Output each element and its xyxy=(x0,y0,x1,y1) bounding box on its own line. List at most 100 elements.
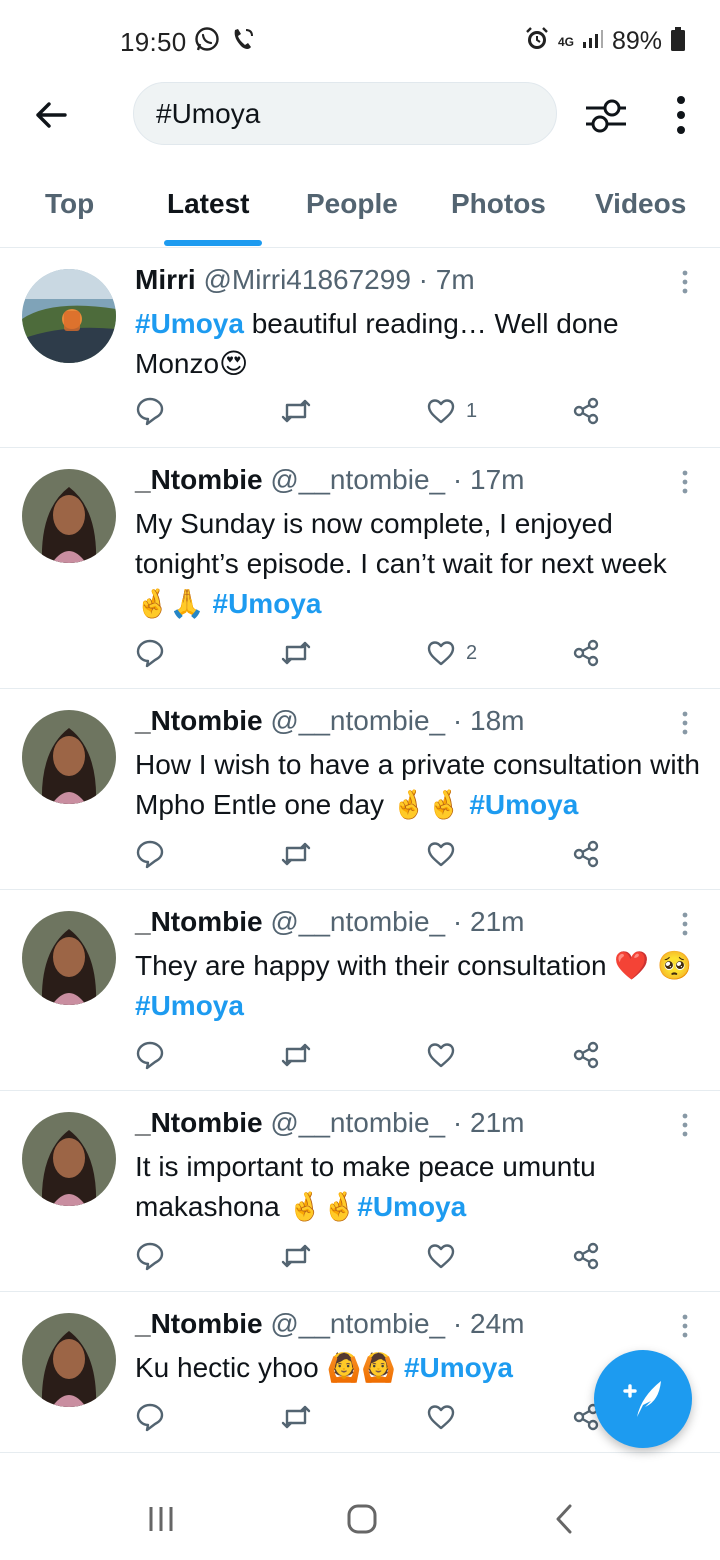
tweet-time: 7m xyxy=(435,264,475,295)
recent-apps-button[interactable] xyxy=(131,1499,191,1539)
tweet-separator: · xyxy=(445,906,471,937)
tweet[interactable]: Mirri @Mirri41867299 · 7m #Umoya beautifu… xyxy=(0,248,720,448)
tweet-author-handle[interactable]: @__ntombie_ xyxy=(270,464,445,495)
tweet-author-name[interactable]: _Ntombie xyxy=(135,705,263,736)
avatar[interactable] xyxy=(22,469,116,563)
tweet[interactable]: _Ntombie @__ntombie_ · 21m It is importan… xyxy=(0,1091,720,1292)
share-button[interactable] xyxy=(571,834,601,874)
reply-button[interactable] xyxy=(135,1236,165,1276)
like-button[interactable] xyxy=(426,834,466,874)
tweet-time: 21m xyxy=(470,1107,525,1138)
reply-button[interactable] xyxy=(135,1035,165,1075)
battery-icon xyxy=(670,26,686,57)
avatar[interactable] xyxy=(22,911,116,1005)
tweet-more-button[interactable] xyxy=(676,268,694,298)
like-icon xyxy=(427,1043,455,1068)
like-button[interactable]: 1 xyxy=(426,391,477,431)
like-button[interactable] xyxy=(426,1035,466,1075)
tweet-text-before: They are happy with their consultation ❤… xyxy=(135,950,692,981)
share-icon xyxy=(573,840,599,868)
tweet-hashtag[interactable]: #Umoya xyxy=(213,588,322,619)
like-button[interactable]: 2 xyxy=(426,633,477,673)
like-button[interactable] xyxy=(426,1397,466,1437)
search-input[interactable]: #Umoya xyxy=(133,82,557,145)
retweet-button[interactable] xyxy=(279,633,313,673)
avatar[interactable] xyxy=(22,269,116,363)
tweet-author-name[interactable]: _Ntombie xyxy=(135,464,263,495)
tweet-hashtag[interactable]: #Umoya xyxy=(469,789,578,820)
tweet-author-handle[interactable]: @__ntombie_ xyxy=(270,1308,445,1339)
tweet-hashtag[interactable]: #Umoya xyxy=(357,1191,466,1222)
tweet-author-name[interactable]: _Ntombie xyxy=(135,1308,263,1339)
tweet-more-button[interactable] xyxy=(676,1111,694,1141)
share-button[interactable] xyxy=(571,1035,601,1075)
tweet-author-name[interactable]: _Ntombie xyxy=(135,906,263,937)
retweet-button[interactable] xyxy=(279,391,313,431)
wifi-call-icon xyxy=(230,26,256,57)
home-button[interactable] xyxy=(332,1499,392,1539)
reply-button[interactable] xyxy=(135,633,165,673)
share-button[interactable] xyxy=(571,1236,601,1276)
whatsapp-icon xyxy=(194,26,220,57)
tweet-more-button[interactable] xyxy=(676,468,694,498)
tweet-author-handle[interactable]: @__ntombie_ xyxy=(270,906,445,937)
tab-top[interactable]: Top xyxy=(45,188,94,220)
tweet-more-button[interactable] xyxy=(676,709,694,739)
tweet-time: 18m xyxy=(470,705,525,736)
reply-icon xyxy=(136,840,164,869)
back-icon xyxy=(556,1504,572,1534)
tweet-header: _Ntombie @__ntombie_ · 24m xyxy=(135,1308,524,1340)
tab-videos[interactable]: Videos xyxy=(595,188,686,220)
retweet-button[interactable] xyxy=(279,834,313,874)
like-button[interactable] xyxy=(426,1236,466,1276)
filter-button[interactable] xyxy=(582,94,630,138)
share-icon xyxy=(573,1242,599,1270)
tweet-author-handle[interactable]: @__ntombie_ xyxy=(270,705,445,736)
tweet-author-handle[interactable]: @Mirri41867299 xyxy=(203,264,410,295)
tweet[interactable]: _Ntombie @__ntombie_ · 17m My Sunday is n… xyxy=(0,448,720,689)
more-vertical-icon xyxy=(682,270,688,294)
retweet-button[interactable] xyxy=(279,1397,313,1437)
like-icon xyxy=(427,641,455,666)
nav-back-button[interactable] xyxy=(534,1499,594,1539)
reply-button[interactable] xyxy=(135,834,165,874)
retweet-button[interactable] xyxy=(279,1236,313,1276)
reply-icon xyxy=(136,1041,164,1070)
recent-apps-icon xyxy=(149,1507,173,1531)
share-button[interactable] xyxy=(571,391,601,431)
more-vertical-icon xyxy=(682,912,688,936)
tweet[interactable]: _Ntombie @__ntombie_ · 21m They are happy… xyxy=(0,890,720,1091)
more-vertical-icon xyxy=(682,1314,688,1338)
tab-latest[interactable]: Latest xyxy=(167,188,249,220)
retweet-icon xyxy=(281,842,311,866)
retweet-icon xyxy=(281,641,311,665)
back-button[interactable] xyxy=(26,90,76,140)
avatar[interactable] xyxy=(22,1313,116,1407)
avatar[interactable] xyxy=(22,1112,116,1206)
reply-button[interactable] xyxy=(135,1397,165,1437)
tab-photos[interactable]: Photos xyxy=(451,188,546,220)
more-options-button[interactable] xyxy=(664,94,698,138)
share-button[interactable] xyxy=(571,633,601,673)
system-nav-bar xyxy=(0,1475,720,1560)
status-right-icons: 4G 89% xyxy=(524,26,686,57)
retweet-button[interactable] xyxy=(279,1035,313,1075)
tweet-hashtag[interactable]: #Umoya xyxy=(404,1352,513,1383)
tweet-header: _Ntombie @__ntombie_ · 18m xyxy=(135,705,524,737)
tab-people[interactable]: People xyxy=(306,188,398,220)
reply-button[interactable] xyxy=(135,391,165,431)
tweet-author-name[interactable]: _Ntombie xyxy=(135,1107,263,1138)
alarm-icon xyxy=(524,26,550,57)
reply-icon xyxy=(136,397,164,426)
tweet-more-button[interactable] xyxy=(676,910,694,940)
tweet[interactable]: _Ntombie @__ntombie_ · 18m How I wish to … xyxy=(0,689,720,890)
tweet-hashtag[interactable]: #Umoya xyxy=(135,990,244,1021)
tweet-author-handle[interactable]: @__ntombie_ xyxy=(270,1107,445,1138)
tweet-author-name[interactable]: Mirri xyxy=(135,264,196,295)
tweet-more-button[interactable] xyxy=(676,1312,694,1342)
tweet-hashtag[interactable]: #Umoya xyxy=(135,308,244,339)
compose-tweet-button[interactable] xyxy=(594,1350,692,1448)
avatar[interactable] xyxy=(22,710,116,804)
status-time: 19:50 xyxy=(120,27,187,57)
reply-icon xyxy=(136,639,164,668)
